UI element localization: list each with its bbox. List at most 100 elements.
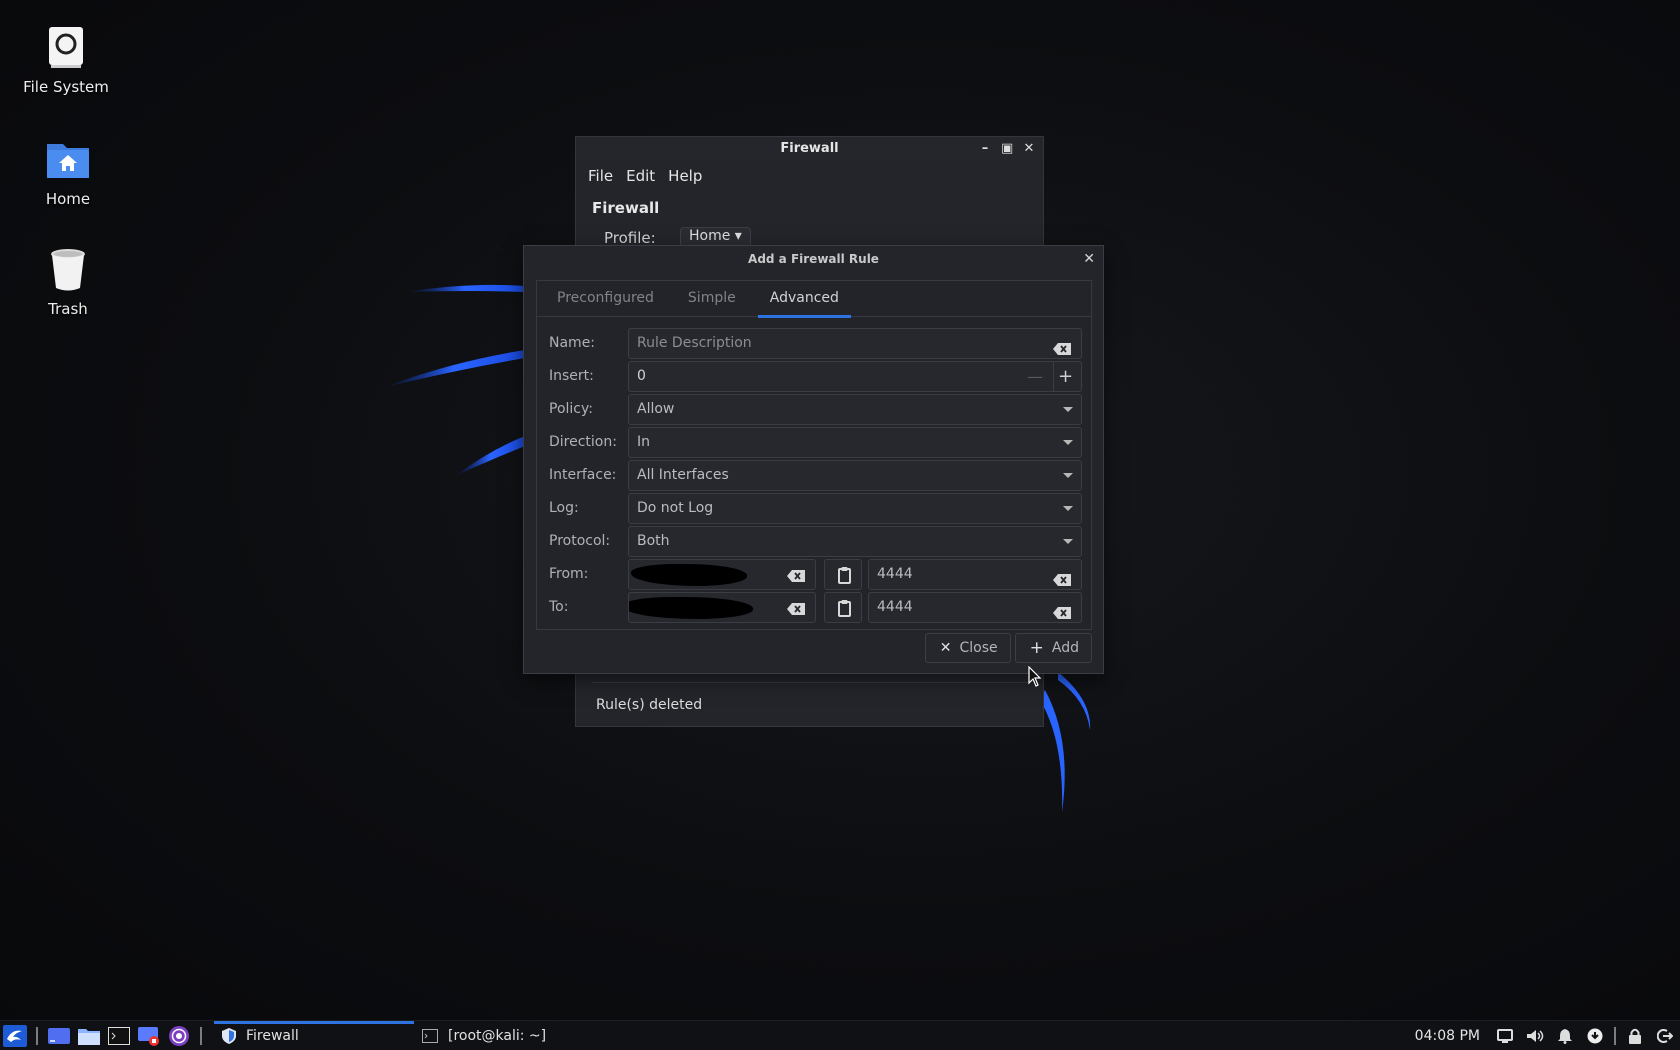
chevron-down-icon [1063,506,1073,511]
tab-preconfigured[interactable]: Preconfigured [545,281,666,316]
policy-select[interactable]: Allow [628,394,1082,425]
row-to: To: 4444 [537,591,1091,624]
home-folder-icon [44,136,92,184]
lock-icon[interactable] [1620,1021,1650,1050]
close-button-label: Close [959,640,998,656]
from-address-input[interactable] [628,559,816,590]
policy-label: Policy: [549,401,593,417]
plus-icon: + [1029,638,1044,658]
policy-value: Allow [637,401,675,417]
close-icon[interactable]: ✕ [1023,137,1035,161]
kali-menu-button[interactable] [2,1023,28,1049]
to-port-value: 4444 [877,599,913,615]
close-icon[interactable]: ✕ [1083,246,1095,272]
notification-bell-icon[interactable] [1550,1021,1580,1050]
chevron-down-icon [1063,473,1073,478]
chevron-down-icon [1063,407,1073,412]
launcher-area [0,1021,208,1050]
task-terminal[interactable]: [root@kali: ~] [414,1021,556,1050]
folder-icon [78,1028,100,1045]
row-direction: Direction: In [537,426,1091,459]
log-value: Do not Log [637,500,714,516]
file-manager-button[interactable] [76,1023,102,1049]
separator [1614,1027,1616,1045]
add-button[interactable]: + Add [1014,633,1092,663]
window-title: Firewall [780,141,839,156]
task-label: [root@kali: ~] [448,1027,547,1044]
screen-recorder-icon [138,1026,159,1046]
row-log: Log: Do not Log [537,492,1091,525]
rule-notebook: Preconfigured Simple Advanced Name: Rule… [536,280,1092,630]
insert-label: Insert: [549,368,594,384]
chevron-down-icon [1063,539,1073,544]
clear-icon[interactable] [1053,601,1071,630]
terminal-button[interactable] [106,1023,132,1049]
tor-browser-button[interactable] [166,1023,192,1049]
clear-icon[interactable] [787,568,805,586]
plus-icon[interactable]: + [1053,362,1077,391]
clock[interactable]: 04:08 PM [1415,1028,1480,1044]
from-paste-button[interactable] [824,559,862,590]
desktop-icon-home[interactable]: Home [8,136,128,208]
direction-value: In [637,434,651,450]
interface-select[interactable]: All Interfaces [628,460,1082,491]
clipboard-icon [838,600,851,617]
protocol-select[interactable]: Both [628,526,1082,557]
name-label: Name: [549,335,596,351]
dialog-button-row: ✕ Close + Add [924,633,1092,663]
dialog-titlebar[interactable]: Add a Firewall Rule ✕ [524,246,1103,272]
screen-recorder-button[interactable] [136,1023,162,1049]
dialog-title: Add a Firewall Rule [748,252,879,266]
maximize-icon[interactable]: ▣ [1001,137,1013,161]
to-port-input[interactable]: 4444 [868,592,1082,623]
to-paste-button[interactable] [824,592,862,623]
volume-icon[interactable] [1520,1021,1550,1050]
chevron-down-icon [1063,440,1073,445]
separator [200,1026,202,1045]
terminal-icon [422,1028,438,1043]
redaction-mark [629,597,753,619]
show-desktop-button[interactable] [46,1023,72,1049]
desktop-icon-label: Trash [48,300,88,318]
row-name: Name: Rule Description [537,327,1091,360]
menu-help[interactable]: Help [668,161,711,191]
name-input[interactable]: Rule Description [628,328,1082,359]
to-address-input[interactable] [628,592,816,623]
tab-advanced[interactable]: Advanced [757,281,852,318]
system-tray: 04:08 PM [1415,1021,1680,1050]
profile-value: Home [689,228,731,244]
display-icon[interactable] [1490,1021,1520,1050]
window-titlebar[interactable]: Firewall – ▣ ✕ [576,137,1043,161]
desktop-icon-label: Home [45,190,91,208]
log-select[interactable]: Do not Log [628,493,1082,524]
close-icon: ✕ [939,640,952,656]
interface-label: Interface: [549,467,617,483]
clear-icon[interactable] [787,601,805,619]
close-button[interactable]: ✕ Close [924,633,1011,663]
add-rule-dialog: Add a Firewall Rule ✕ Preconfigured Simp… [523,245,1104,674]
menu-file[interactable]: File [588,161,622,191]
row-from: From: 4444 [537,558,1091,591]
from-label: From: [549,566,589,582]
firewall-heading: Firewall [592,199,660,217]
desktop-icon-trash[interactable]: Trash [8,246,128,318]
from-port-input[interactable]: 4444 [868,559,1082,590]
minus-icon[interactable]: — [1023,362,1047,391]
minimize-icon[interactable]: – [979,137,991,161]
row-policy: Policy: Allow [537,393,1091,426]
log-label: Log: [549,500,579,516]
mouse-cursor-icon [1028,666,1042,687]
insert-spinbutton[interactable]: 0 — + [628,361,1082,392]
update-icon[interactable] [1580,1021,1610,1050]
kali-dragon-icon [3,1024,27,1047]
task-firewall[interactable]: Firewall [214,1020,414,1050]
menu-edit[interactable]: Edit [626,161,664,191]
desktop-icon-file-system[interactable]: File System [6,24,126,96]
logout-icon[interactable] [1650,1021,1680,1050]
status-text: Rule(s) deleted [596,697,703,713]
chevron-down-icon: ▾ [734,228,742,244]
tab-simple[interactable]: Simple [676,281,748,316]
protocol-value: Both [637,533,670,549]
desktop-icon [48,1027,70,1044]
direction-select[interactable]: In [628,427,1082,458]
